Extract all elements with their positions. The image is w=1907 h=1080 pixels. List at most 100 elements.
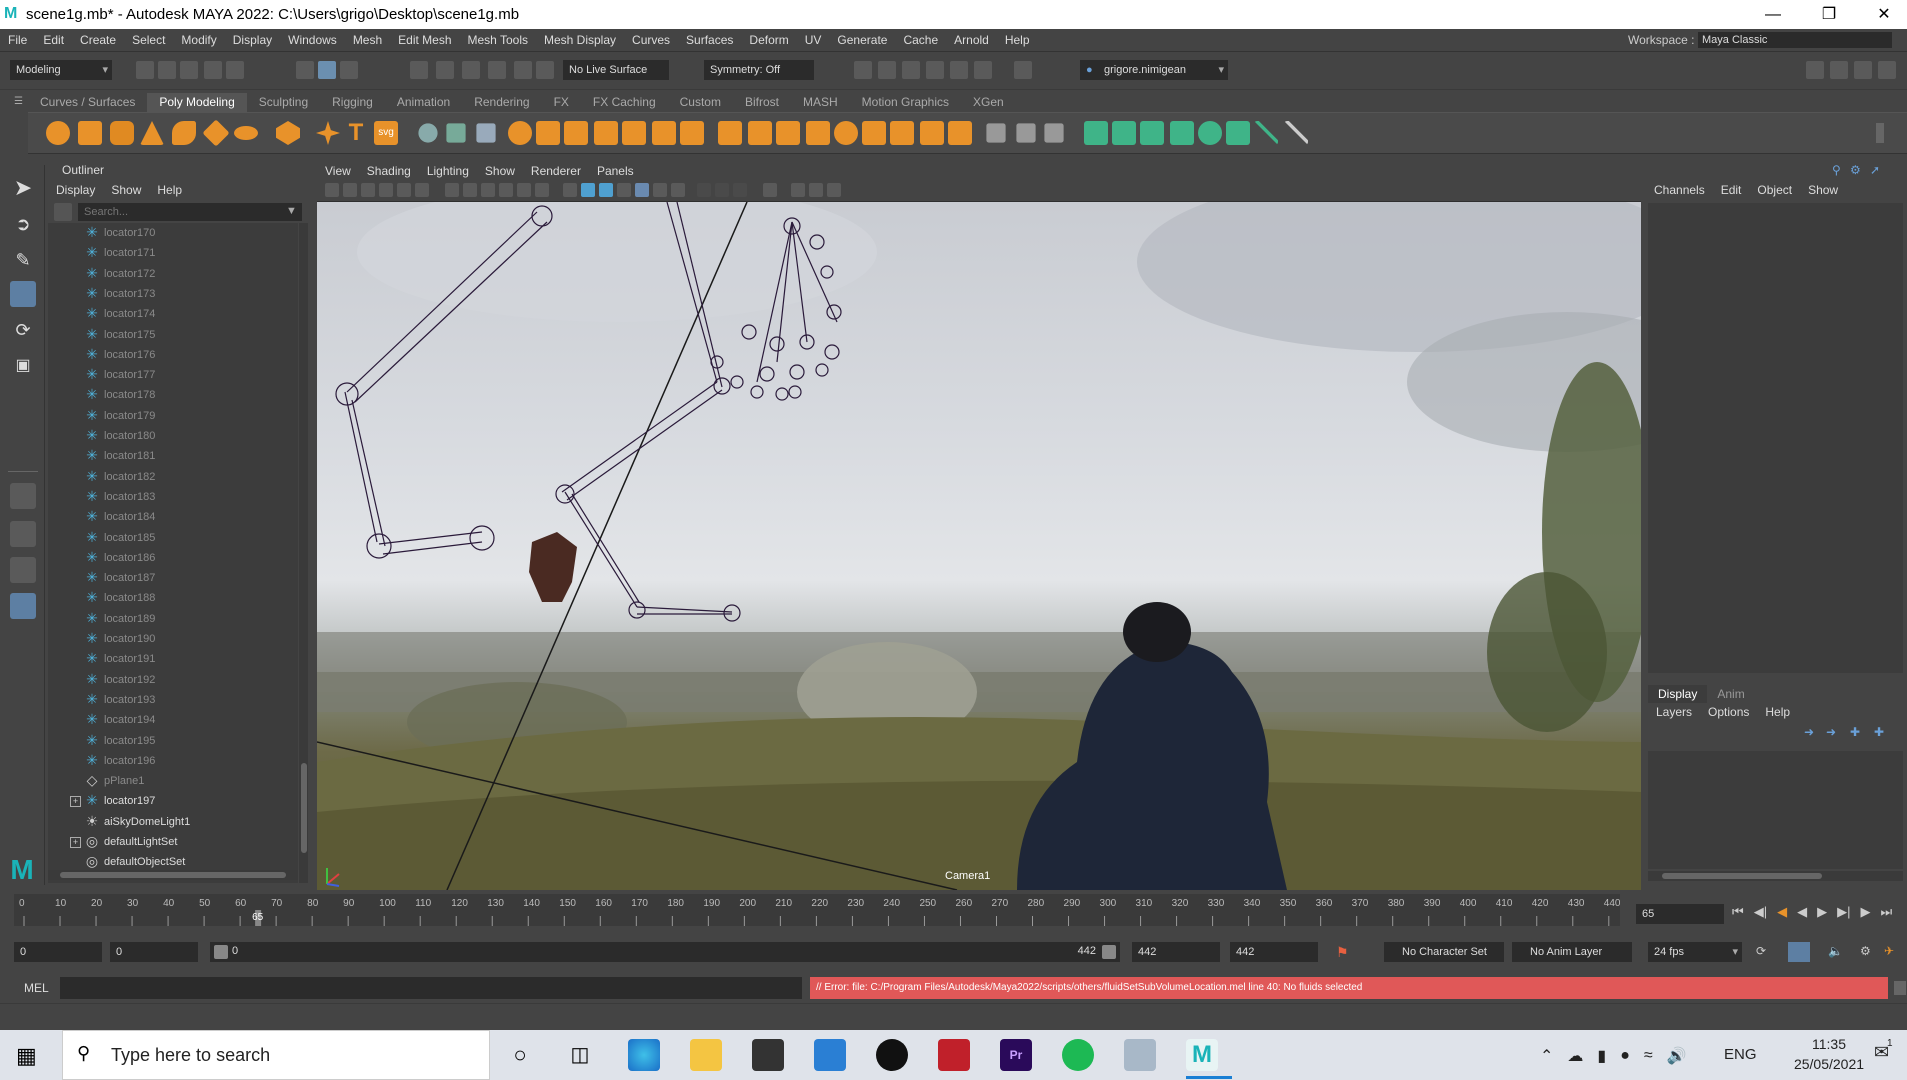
reduce-icon[interactable]	[680, 121, 704, 145]
shelf-tab-xgen[interactable]: XGen	[961, 93, 1016, 112]
attribute-toggle-icon[interactable]: ⚙	[1850, 163, 1864, 177]
circularize-icon[interactable]	[948, 121, 972, 145]
wifi-icon[interactable]: ≈	[1644, 1047, 1653, 1065]
mail-icon[interactable]	[814, 1039, 846, 1071]
workspace-dropdown[interactable]: Maya Classic	[1698, 32, 1892, 48]
undo-icon[interactable]	[204, 61, 222, 79]
motion-blur-icon[interactable]	[697, 183, 711, 197]
camera-attributes-icon[interactable]	[343, 183, 357, 197]
viewport-menu-renderer[interactable]: Renderer	[523, 161, 589, 181]
channels-edit-menu[interactable]: Edit	[1713, 181, 1750, 199]
restore-button[interactable]: ❐	[1806, 0, 1852, 29]
pin-icon[interactable]: ➚	[1870, 163, 1884, 177]
shadows-icon[interactable]	[653, 183, 667, 197]
live-surface-field[interactable]: No Live Surface	[563, 60, 669, 80]
outliner-item[interactable]: ✳ locator193	[48, 690, 296, 710]
outliner-item[interactable]: ✳ locator191	[48, 649, 296, 669]
menu-create[interactable]: Create	[72, 29, 124, 51]
minimize-button[interactable]: —	[1750, 0, 1796, 29]
append-icon[interactable]	[862, 121, 886, 145]
animation-end-field[interactable]: 442	[1230, 942, 1318, 962]
range-handle-left[interactable]	[214, 945, 228, 959]
poly-cylinder-icon[interactable]	[110, 121, 134, 145]
single-perspective-layout-icon[interactable]	[10, 483, 36, 509]
wireframe-icon[interactable]	[563, 183, 577, 197]
poly-plane-icon[interactable]	[202, 119, 230, 147]
rotate-tool-icon[interactable]: ⟳	[10, 317, 36, 343]
arnold-render-icon[interactable]	[974, 61, 992, 79]
quad-draw-icon[interactable]	[1044, 123, 1064, 143]
menu-cache[interactable]: Cache	[895, 29, 946, 51]
anim-layer-dropdown[interactable]: No Anim Layer	[1512, 942, 1632, 962]
windows-start-icon[interactable]: ▦	[16, 1044, 40, 1068]
viewport-menu-show[interactable]: Show	[477, 161, 523, 181]
menu-display[interactable]: Display	[225, 29, 280, 51]
battery-icon[interactable]: ▮	[1597, 1046, 1606, 1066]
sew-uv-icon[interactable]	[1284, 121, 1308, 145]
menu-generate[interactable]: Generate	[829, 29, 895, 51]
taskbar-search-box[interactable]: ⚲ Type here to search	[62, 1030, 490, 1080]
snap-point-icon[interactable]	[462, 61, 480, 79]
animation-preferences-icon[interactable]: ⚙	[1860, 944, 1876, 960]
boolean-icon[interactable]	[622, 121, 646, 145]
outliner-item[interactable]: ✳ locator178	[48, 385, 296, 405]
snap-grid-icon[interactable]	[410, 61, 428, 79]
grid-icon[interactable]	[445, 183, 459, 197]
platonic-solid-icon[interactable]	[276, 121, 300, 145]
textured-icon[interactable]	[617, 183, 631, 197]
menu-curves[interactable]: Curves	[624, 29, 678, 51]
hscrollbar-thumb[interactable]	[1662, 873, 1822, 879]
layer-help-menu[interactable]: Help	[1757, 703, 1798, 721]
outliner-menu-display[interactable]: Display	[48, 181, 103, 199]
step-back-frame-icon[interactable]: ◀	[1777, 904, 1787, 920]
render-frame-icon[interactable]	[878, 61, 896, 79]
pause-icon[interactable]	[1014, 61, 1032, 79]
play-forwards-icon[interactable]: ▶	[1817, 904, 1827, 920]
outliner-item[interactable]: ✳ locator171	[48, 243, 296, 263]
onedrive-icon[interactable]: ☁	[1567, 1046, 1583, 1066]
outliner-item[interactable]: ✳ locator177	[48, 365, 296, 385]
outliner-search-input[interactable]	[78, 203, 302, 221]
separate-icon[interactable]	[536, 121, 560, 145]
outliner-menu-help[interactable]: Help	[149, 181, 190, 199]
scale-tool-icon[interactable]: ▣	[10, 353, 36, 379]
bookmark-icon[interactable]	[361, 183, 375, 197]
outliner-item[interactable]: ✳ locator181	[48, 446, 296, 466]
photos-app-icon[interactable]	[1124, 1039, 1156, 1071]
spherical-mapping-icon[interactable]	[1170, 121, 1194, 145]
open-scene-icon[interactable]	[158, 61, 176, 79]
shelf-tab-custom[interactable]: Custom	[668, 93, 733, 112]
bevel-value-icon[interactable]	[476, 123, 496, 143]
select-object-icon[interactable]	[318, 61, 336, 79]
gate-mask-icon[interactable]	[499, 183, 513, 197]
sculpt-icon[interactable]	[418, 123, 438, 143]
viewport-menu-panels[interactable]: Panels	[589, 161, 642, 181]
outliner-item[interactable]: ✳ locator190	[48, 629, 296, 649]
outliner-item[interactable]: ✳ locator179	[48, 406, 296, 426]
cached-playback-icon[interactable]	[1788, 942, 1810, 962]
menu-uv[interactable]: UV	[797, 29, 830, 51]
script-editor-icon[interactable]	[1894, 981, 1906, 995]
extrude-icon[interactable]	[718, 121, 742, 145]
anti-aliasing-icon[interactable]	[715, 183, 729, 197]
expand-toggle-icon[interactable]: +	[70, 796, 81, 808]
menu-windows[interactable]: Windows	[280, 29, 345, 51]
outliner-item[interactable]: ✳ locator196	[48, 751, 296, 771]
volume-icon[interactable]: 🔊	[1667, 1046, 1687, 1066]
outliner-menu-show[interactable]: Show	[103, 181, 149, 199]
outliner-item[interactable]: ☀ aiSkyDomeLight1	[48, 812, 296, 832]
command-input[interactable]	[60, 977, 802, 999]
play-backwards-icon[interactable]: ◀	[1797, 904, 1807, 920]
fill-hole-icon[interactable]	[806, 121, 830, 145]
poly-sphere-icon[interactable]	[46, 121, 70, 145]
shelf-tab-motion-graphics[interactable]: Motion Graphics	[850, 93, 961, 112]
lasso-tool-icon[interactable]: ➲	[10, 211, 36, 237]
fps-dropdown[interactable]: 24 fps ▾	[1648, 942, 1742, 962]
menu-deform[interactable]: Deform	[741, 29, 796, 51]
use-all-lights-icon[interactable]	[635, 183, 649, 197]
new-layer-icon[interactable]: ✚	[1850, 725, 1866, 739]
attribute-editor-icon[interactable]	[1830, 61, 1848, 79]
loop-icon[interactable]: ⟳	[1756, 944, 1772, 960]
chevron-up-icon[interactable]: ⌃	[1540, 1046, 1553, 1066]
wedge-icon[interactable]	[920, 121, 944, 145]
